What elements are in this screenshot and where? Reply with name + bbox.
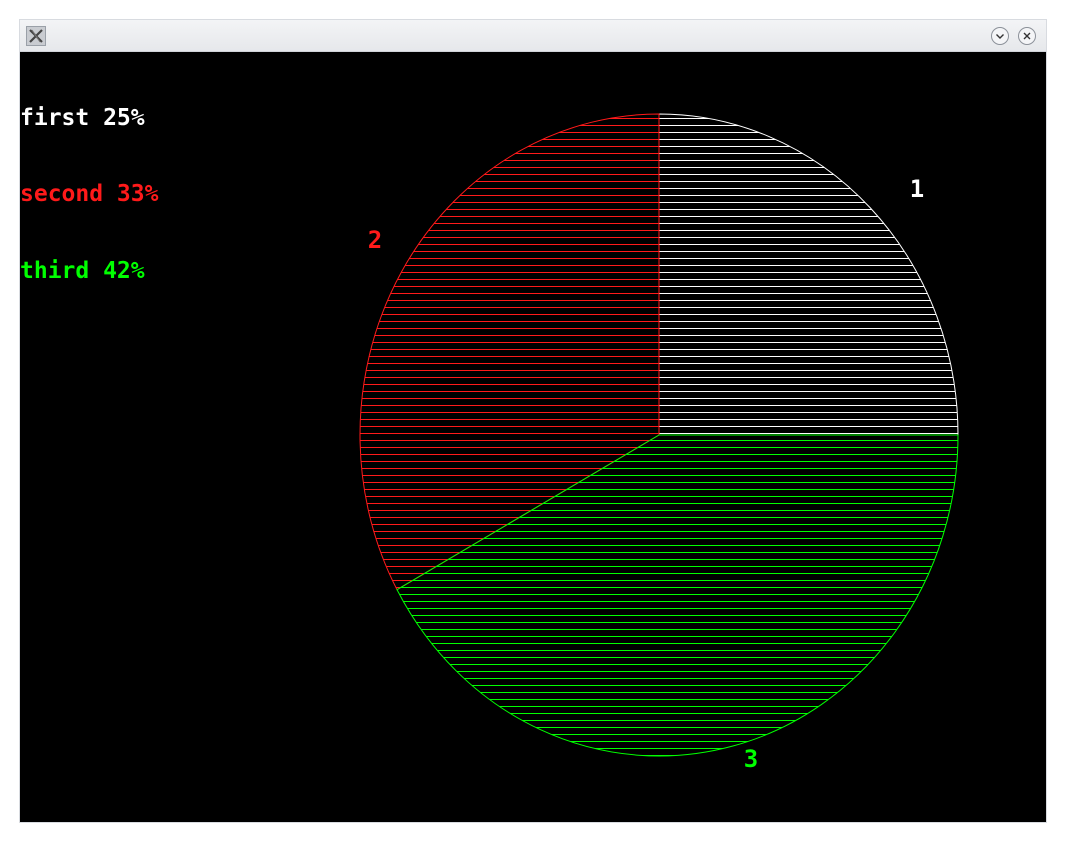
slice-label-second: 2: [368, 226, 382, 254]
pie-slice-first: [658, 113, 959, 436]
slice-label-third: 3: [744, 745, 758, 773]
title-bar[interactable]: [20, 20, 1046, 52]
close-icon: [1023, 32, 1031, 40]
chevron-down-icon: [996, 34, 1004, 39]
pie-chart: 1 2 3: [359, 113, 959, 773]
x-window-icon: [26, 26, 46, 46]
app-window: first 25% second 33% third 42% 123: [20, 20, 1046, 822]
minimize-button[interactable]: [991, 27, 1009, 45]
slice-label-first: 1: [910, 175, 924, 203]
close-button[interactable]: [1018, 27, 1036, 45]
chart-canvas: first 25% second 33% third 42% 123: [20, 52, 1046, 822]
